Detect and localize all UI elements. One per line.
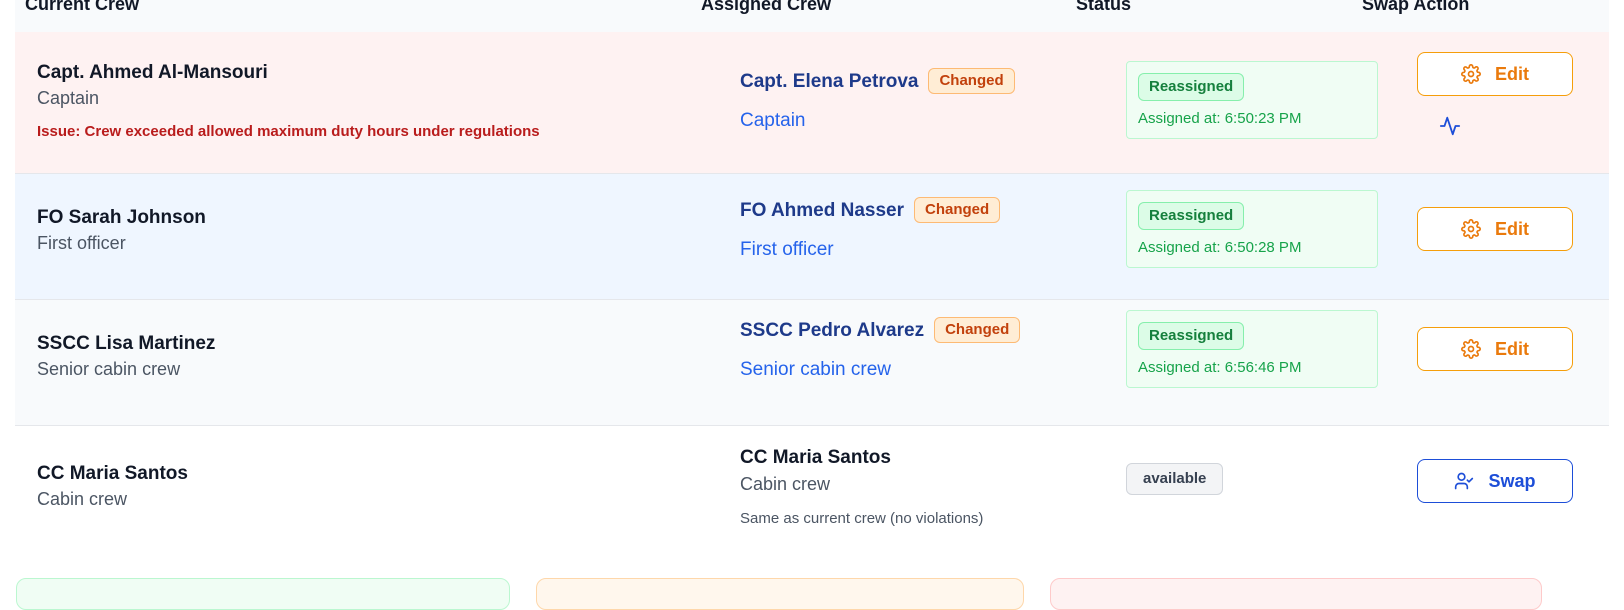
changed-badge: Changed [928,68,1015,94]
assigned-crew-role: First officer [740,239,834,260]
activity-icon[interactable] [1439,115,1461,137]
assigned-crew-role: Cabin crew [740,474,831,494]
edit-button[interactable]: Edit [1417,207,1573,251]
edit-button[interactable]: Edit [1417,52,1573,96]
assigned-crew-role: Captain [740,110,806,131]
assigned-timestamp: Assigned at: 6:56:46 PM [1138,359,1302,376]
current-crew-role: First officer [37,233,126,253]
status-box: Reassigned Assigned at: 6:50:28 PM [1126,190,1378,268]
assigned-crew-name: SSCC Pedro Alvarez Changed [740,317,1021,343]
status-box: Reassigned Assigned at: 6:50:23 PM [1126,61,1378,139]
current-crew-name: SSCC Lisa Martinez [37,333,216,354]
assigned-crew-name-text: SSCC Pedro Alvarez [740,320,925,341]
table-row: SSCC Lisa Martinez Senior cabin crew SSC… [15,300,1609,426]
assigned-crew-name: CC Maria Santos [740,447,891,468]
crew-swap-table: Current Crew Assigned Crew Status Swap A… [15,0,1609,556]
header-swap-action: Swap Action [1362,0,1470,14]
current-crew-name: CC Maria Santos [37,463,188,484]
status-badge: Reassigned [1138,322,1245,350]
table-row: Capt. Ahmed Al-Mansouri Captain Issue: C… [15,32,1609,174]
assigned-timestamp: Assigned at: 6:50:23 PM [1138,110,1302,127]
summary-cards [0,578,1624,610]
assigned-crew-name: FO Ahmed Nasser Changed [740,197,1001,223]
user-check-icon [1455,472,1474,490]
header-status: Status [1076,0,1132,14]
current-crew-role: Cabin crew [37,489,128,509]
summary-card-red [1050,578,1542,610]
edit-button[interactable]: Edit [1417,327,1573,371]
issue-text: Issue: Crew exceeded allowed maximum dut… [37,123,540,140]
gear-icon [1461,339,1481,359]
swap-button-label: Swap [1488,470,1536,491]
gear-icon [1461,219,1481,239]
summary-card-orange [536,578,1024,610]
edit-button-label: Edit [1495,338,1529,359]
table-header: Current Crew Assigned Crew Status Swap A… [15,0,1609,32]
current-crew-role: Senior cabin crew [37,359,181,379]
changed-badge: Changed [934,317,1021,343]
header-current-crew: Current Crew [25,0,140,14]
assigned-crew-name-text: FO Ahmed Nasser [740,200,905,221]
swap-button[interactable]: Swap [1417,459,1573,503]
gear-icon [1461,64,1481,84]
status-box: Reassigned Assigned at: 6:56:46 PM [1126,310,1378,388]
table-row: CC Maria Santos Cabin crew CC Maria Sant… [15,426,1609,556]
status-badge: Reassigned [1138,202,1245,230]
current-crew-role: Captain [37,88,100,108]
assigned-note: Same as current crew (no violations) [740,510,984,527]
assigned-crew-name-text: Capt. Elena Petrova [740,71,919,92]
header-assigned-crew: Assigned Crew [701,0,832,14]
assigned-crew-role: Senior cabin crew [740,359,892,380]
current-crew-name: Capt. Ahmed Al-Mansouri [37,62,268,83]
summary-card-green [16,578,510,610]
assigned-timestamp: Assigned at: 6:50:28 PM [1138,239,1302,256]
assigned-crew-name: Capt. Elena Petrova Changed [740,68,1015,94]
changed-badge: Changed [914,197,1001,223]
status-badge: available [1126,463,1224,495]
edit-button-label: Edit [1495,63,1529,84]
edit-button-label: Edit [1495,218,1529,239]
table-row: FO Sarah Johnson First officer FO Ahmed … [15,174,1609,300]
current-crew-name: FO Sarah Johnson [37,207,206,228]
status-badge: Reassigned [1138,73,1245,101]
